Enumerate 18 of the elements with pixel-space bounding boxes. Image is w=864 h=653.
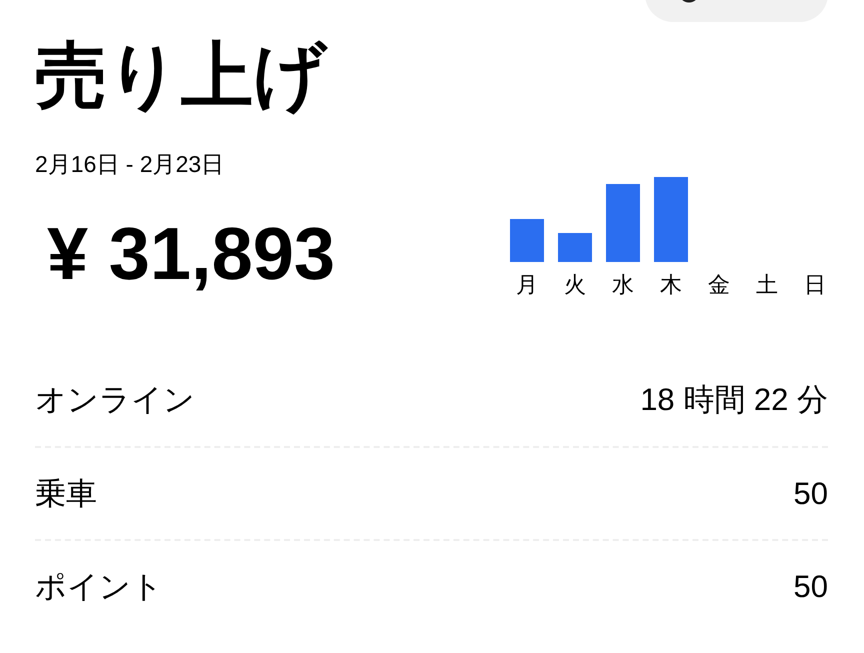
day-label: 火 (564, 272, 586, 298)
day-label: 金 (708, 272, 730, 298)
day-label: 水 (612, 272, 634, 298)
stat-value: 50 (794, 474, 828, 512)
date-range: 2月16日 - 2月23日 (35, 151, 226, 179)
day-label: 月 (516, 272, 538, 298)
page-title: 売り上げ (35, 40, 329, 112)
stat-value: 18 時間 22 分 (640, 381, 828, 419)
day-label: 日 (804, 272, 826, 298)
stat-label: ポイント (35, 568, 163, 605)
chart-bar (510, 219, 544, 262)
stat-label: オンライン (35, 381, 195, 419)
day-label: 木 (660, 272, 682, 298)
total-amount: ¥ 31,893 (46, 216, 336, 291)
chart-bar (558, 233, 592, 262)
day-label: 土 (756, 272, 778, 298)
stat-value: 50 (794, 568, 828, 605)
stat-label: 乗車 (35, 474, 97, 512)
